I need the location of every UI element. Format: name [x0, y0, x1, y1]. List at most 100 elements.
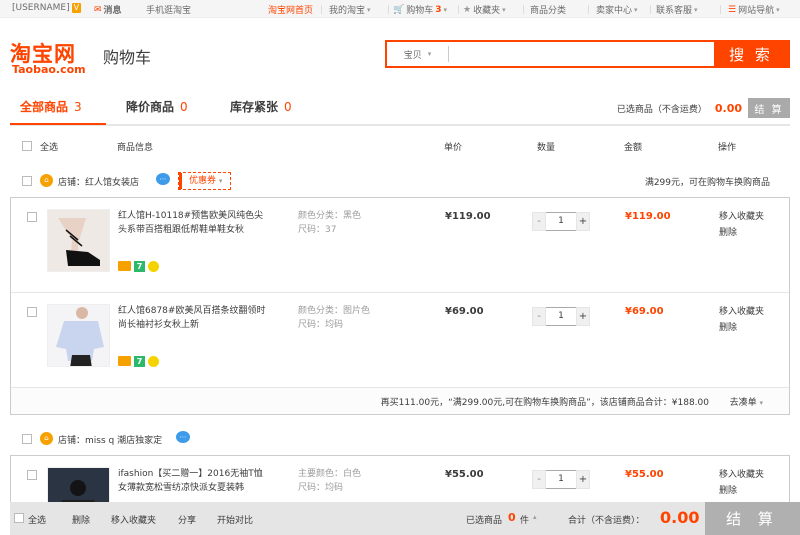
item-actions: 移入收藏夹 删除 [719, 304, 764, 336]
increase-button[interactable]: + [576, 212, 590, 231]
delete-link[interactable]: 删除 [719, 225, 764, 241]
shop-checkbox[interactable] [22, 434, 32, 444]
username[interactable]: [USERNAME] [12, 3, 70, 13]
item-total: ¥119.00 [625, 211, 671, 222]
tab-all-items[interactable]: 全部商品 3 [20, 98, 82, 115]
share-button[interactable]: 分享 [178, 513, 196, 526]
chevron-down-icon: ▾ [634, 5, 638, 14]
attr-size: 尺码：均码 [298, 483, 344, 493]
move-to-favorites-link[interactable]: 移入收藏夹 [719, 304, 764, 320]
tab-low-stock[interactable]: 库存紧张 0 [230, 98, 292, 115]
column-actions: 操作 [718, 143, 737, 153]
add-more-link[interactable]: 去凑单 ▾ [730, 395, 763, 408]
my-taobao-label[interactable]: 我的淘宝 [329, 3, 365, 16]
my-taobao-link[interactable]: 我的淘宝 ▾ [329, 3, 371, 17]
product-attributes: 颜色分类：图片色 尺码：均码 [298, 304, 370, 332]
chat-icon[interactable]: ⋯ [176, 431, 190, 443]
selected-count-unit: 件 [520, 516, 530, 526]
categories-link[interactable]: 商品分类 [530, 3, 566, 16]
messages-label[interactable]: 消息 [104, 3, 122, 16]
product-title-link[interactable]: 红人馆H-10118#预售欧美风纯色尖头系带百搭粗跟低帮鞋单鞋女秋 [118, 209, 268, 237]
mobile-taobao-link[interactable]: 手机逛淘宝 [146, 3, 191, 16]
move-to-favorites-link[interactable]: 移入收藏夹 [719, 467, 764, 483]
select-all-checkbox[interactable] [22, 141, 32, 151]
star-icon: ★ [463, 4, 472, 15]
quantity-input[interactable]: 1 [546, 470, 576, 489]
messages-link[interactable]: ✉ 消息 [94, 3, 122, 17]
decrease-button[interactable]: - [532, 307, 546, 326]
item-checkbox[interactable] [27, 307, 37, 317]
tab-count: 0 [284, 100, 292, 114]
attr-size: 尺码：37 [298, 225, 337, 235]
selected-summary-amount: 0.00 [714, 102, 742, 115]
shop-name[interactable]: 店铺：miss q 潮店独家定 [58, 433, 162, 446]
product-title-link[interactable]: 红人馆6878#欧美风百搭条纹翻领时尚长袖衬衫女秋上新 [118, 304, 268, 332]
shop-name-text[interactable]: miss q 潮店独家定 [85, 436, 162, 446]
favorites-label[interactable]: 收藏夹 [473, 3, 500, 16]
move-to-favorites-link[interactable]: 移入收藏夹 [719, 209, 764, 225]
delete-selected-button[interactable]: 删除 [72, 513, 90, 526]
shop-checkbox[interactable] [22, 176, 32, 186]
decrease-button[interactable]: - [532, 470, 546, 489]
quantity-input[interactable]: 1 [546, 307, 576, 326]
unit-price: ¥119.00 [445, 211, 491, 222]
chevron-down-icon: ▾ [218, 177, 223, 185]
contact-link[interactable]: 联系客服 ▾ [656, 3, 698, 17]
divider [650, 5, 651, 14]
delete-link[interactable]: 删除 [719, 320, 764, 336]
chat-icon[interactable]: ⋯ [156, 173, 170, 185]
product-image[interactable] [47, 304, 110, 367]
select-all-label[interactable]: 全选 [40, 140, 58, 153]
favorites-link[interactable]: ★ 收藏夹 ▾ [463, 3, 506, 17]
seller-center-label[interactable]: 卖家中心 [596, 3, 632, 16]
cart-link[interactable]: 🛒 购物车 3 ▾ [393, 3, 447, 17]
seller-center-link[interactable]: 卖家中心 ▾ [596, 3, 638, 17]
select-all-label[interactable]: 全选 [28, 513, 46, 526]
quantity-input[interactable]: 1 [546, 212, 576, 231]
total-amount: 0.00 [660, 508, 700, 527]
chevron-down-icon: ▾ [502, 5, 506, 14]
product-title-link[interactable]: ifashion【买二赠一】2016无袖T恤女薄款宽松雪纺凉快派女夏装韩 [118, 467, 268, 495]
search-category-select[interactable]: 宝贝 ▾ [387, 46, 449, 62]
product-image[interactable] [47, 467, 110, 505]
site-nav-link[interactable]: ☰ 网站导航 ▾ [728, 3, 780, 17]
product-image[interactable] [47, 209, 110, 272]
username-link[interactable]: [USERNAME] V [12, 3, 82, 13]
tab-price-drop[interactable]: 降价商品 0 [126, 98, 188, 115]
search-input[interactable] [449, 42, 714, 66]
mail-icon: ✉ [94, 4, 102, 15]
tab-label[interactable]: 库存紧张 [230, 100, 278, 114]
contact-label[interactable]: 联系客服 [656, 3, 692, 16]
tab-count: 0 [180, 100, 188, 114]
search-bar: 宝贝 ▾ 搜 索 [385, 40, 790, 68]
settle-button-top[interactable]: 结 算 [748, 98, 790, 118]
item-checkbox[interactable] [27, 470, 37, 480]
cart-label[interactable]: 购物车 [406, 3, 433, 16]
product-attributes: 主要颜色：白色 尺码：均码 [298, 467, 361, 495]
move-selected-to-favorites-button[interactable]: 移入收藏夹 [111, 513, 156, 526]
chevron-up-icon[interactable]: ▴ [533, 513, 537, 521]
compare-button[interactable]: 开始对比 [217, 513, 253, 526]
increase-button[interactable]: + [576, 307, 590, 326]
service-badges: 7 [118, 356, 159, 367]
coupon-dropdown[interactable]: 优惠券 ▾ [178, 172, 232, 190]
decrease-button[interactable]: - [532, 212, 546, 231]
tab-label[interactable]: 降价商品 [126, 100, 174, 114]
delete-link[interactable]: 删除 [719, 483, 764, 499]
taobao-home-link[interactable]: 淘宝网首页 [268, 3, 313, 16]
taobao-logo-en[interactable]: Taobao.com [12, 63, 86, 76]
site-nav-label[interactable]: 网站导航 [738, 3, 774, 16]
select-all-checkbox-bottom[interactable] [14, 513, 24, 523]
shop-name[interactable]: 店铺：红人馆女装店 [58, 175, 139, 188]
tab-label[interactable]: 全部商品 [20, 100, 68, 114]
increase-button[interactable]: + [576, 470, 590, 489]
item-checkbox[interactable] [27, 212, 37, 222]
settle-button[interactable]: 结 算 [705, 502, 800, 535]
search-button[interactable]: 搜 索 [714, 42, 788, 66]
shop-name-text[interactable]: 红人馆女装店 [85, 178, 139, 188]
selected-count-label: 已选商品 [466, 516, 503, 526]
add-more-label[interactable]: 去凑单 [730, 398, 757, 408]
tshirt-product-image [48, 468, 109, 505]
search-category-label[interactable]: 宝贝 [404, 48, 422, 61]
coupon-label[interactable]: 优惠券 [189, 176, 216, 186]
